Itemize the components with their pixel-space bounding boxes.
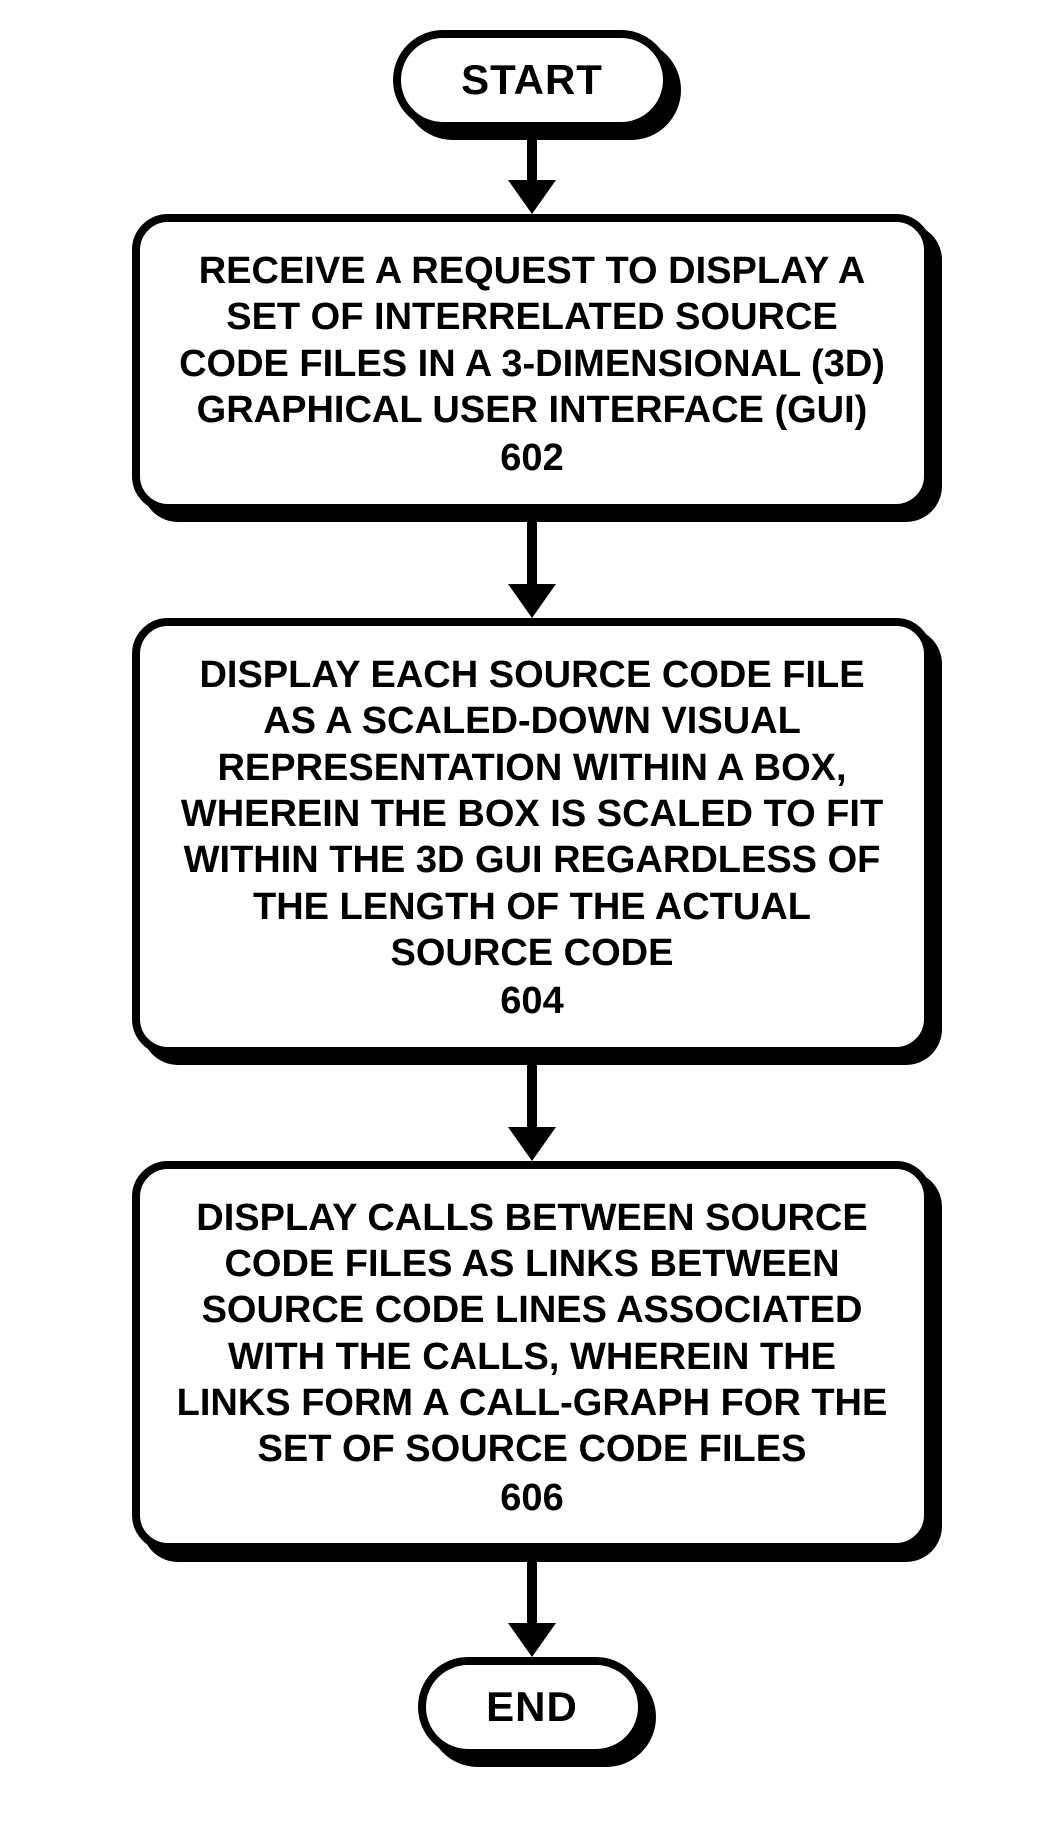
step-ref: 602 [170,435,894,481]
arrow-4 [508,1551,556,1657]
step-text: DISPLAY EACH SOURCE CODE FILE AS A SCALE… [181,654,883,974]
start-label: START [393,30,671,130]
step-text: DISPLAY CALLS BETWEEN SOURCE CODE FILES … [177,1197,888,1471]
process-step-604: DISPLAY EACH SOURCE CODE FILE AS A SCALE… [132,618,932,1055]
process-step-606: DISPLAY CALLS BETWEEN SOURCE CODE FILES … [132,1161,932,1552]
arrow-3 [508,1055,556,1161]
step-ref: 604 [170,978,894,1024]
arrow-head-icon [508,1623,556,1657]
arrow-shaft [527,512,537,584]
arrow-shaft [527,1551,537,1623]
terminator-start: START [393,30,671,130]
terminator-end: END [418,1657,646,1757]
arrow-head-icon [508,180,556,214]
flowchart: START RECEIVE A REQUEST TO DISPLAY A SET… [132,30,932,1757]
arrow-head-icon [508,1127,556,1161]
arrow-2 [508,512,556,618]
step-text: RECEIVE A REQUEST TO DISPLAY A SET OF IN… [179,250,885,431]
process-step-602: RECEIVE A REQUEST TO DISPLAY A SET OF IN… [132,214,932,512]
end-label: END [418,1657,646,1757]
arrow-shaft [527,1055,537,1127]
arrow-1 [508,130,556,214]
step-ref: 606 [170,1475,894,1521]
arrow-head-icon [508,584,556,618]
